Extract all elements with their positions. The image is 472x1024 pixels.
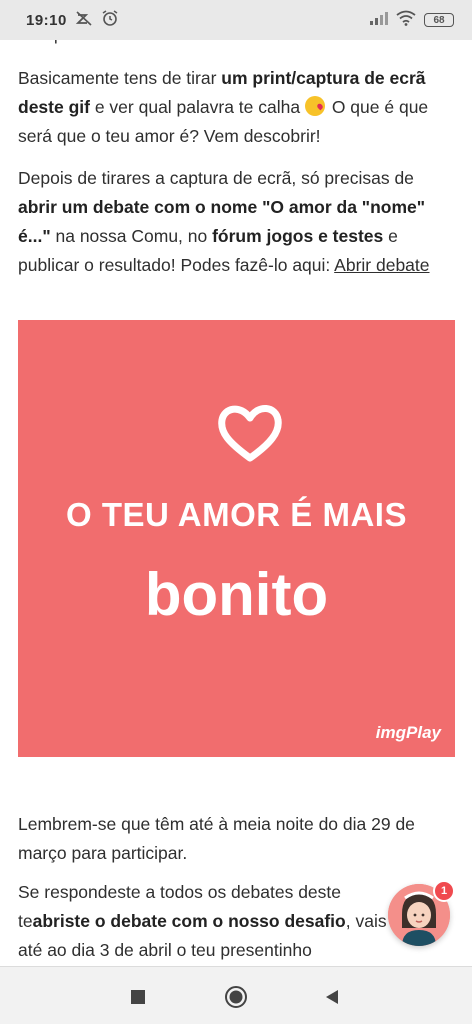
paragraph-deadline: Lembrem-se que têm até à meia noite do d… — [18, 814, 415, 863]
alarm-icon — [101, 9, 119, 31]
open-debate-link[interactable]: Abrir debate — [334, 255, 429, 275]
system-nav-bar — [0, 966, 472, 1024]
gif-caption: O TEU AMOR É MAIS — [66, 496, 407, 533]
stop-square-icon — [131, 990, 145, 1004]
back-button[interactable] — [318, 983, 346, 1011]
signal-icon — [370, 11, 388, 29]
paragraph-instructions: Basicamente tens de tirar um print/captu… — [18, 68, 429, 146]
paragraph-how-to-post: Depois de tirares a captura de ecrã, só … — [18, 168, 430, 275]
home-button[interactable] — [222, 983, 250, 1011]
home-circle-icon — [225, 986, 247, 1008]
imgplay-watermark: imgPlay — [375, 723, 441, 742]
wifi-icon — [396, 10, 416, 30]
back-triangle-icon — [326, 990, 338, 1004]
status-right: 68 — [370, 10, 454, 30]
status-time: 19:10 — [26, 11, 67, 29]
recent-apps-button[interactable] — [124, 983, 152, 1011]
battery-icon: 68 — [424, 13, 454, 27]
gif-result-word: bonito — [144, 561, 329, 628]
status-bar: 19:10 68 — [0, 0, 472, 40]
notification-badge: 1 — [433, 880, 455, 902]
quiz-gif: O TEU AMOR É MAIS bonito imgPlay — [18, 320, 455, 757]
status-left: 19:10 — [26, 9, 119, 31]
paragraph-reward: Se respondeste a todos os debates deste … — [18, 882, 387, 960]
kiss-emoji-icon — [304, 96, 325, 116]
heart-icon — [216, 402, 284, 469]
dnd-off-icon — [75, 9, 93, 31]
